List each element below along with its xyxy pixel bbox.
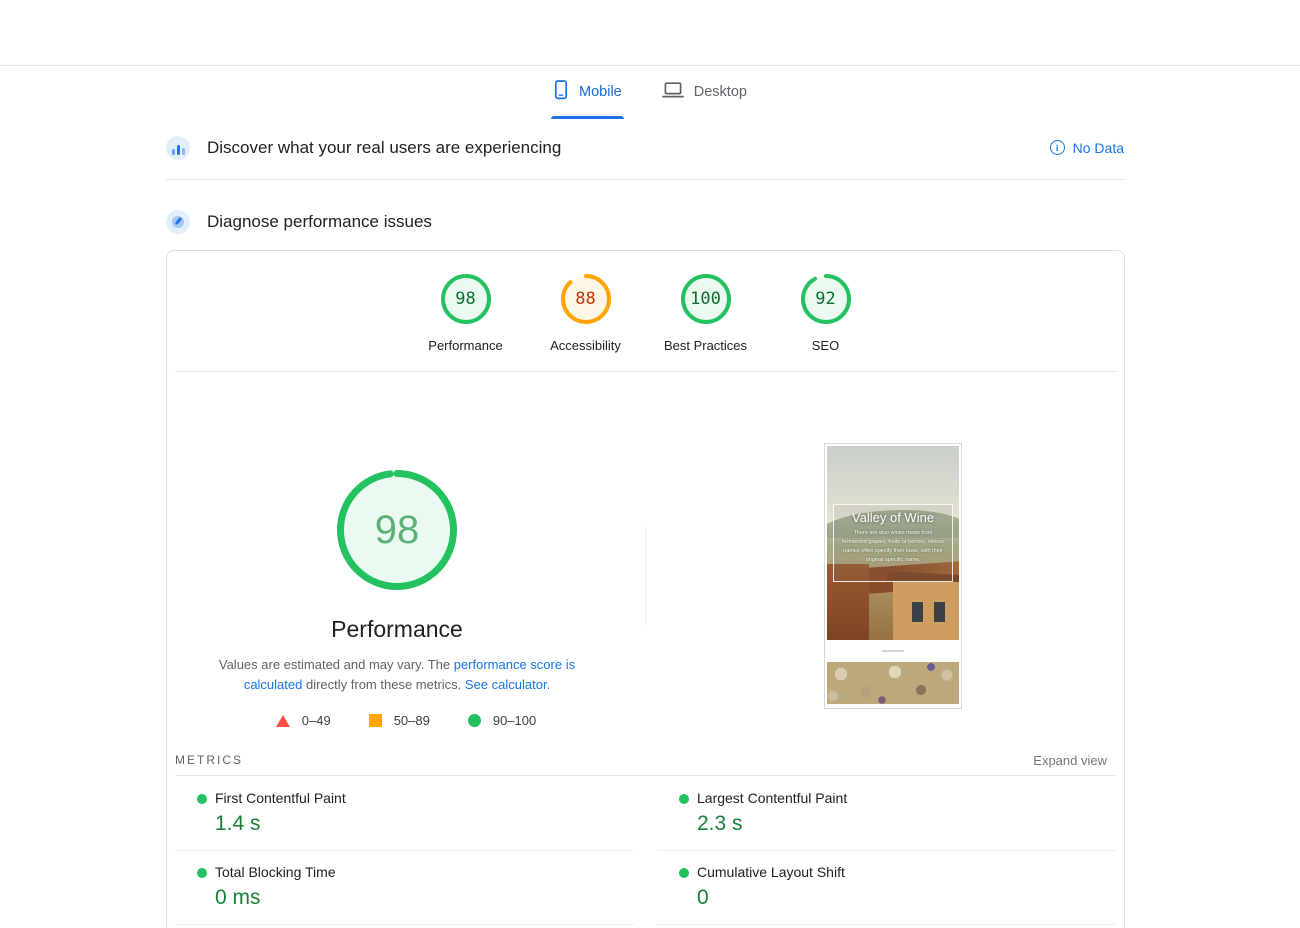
metrics-header: METRICS Expand view bbox=[175, 745, 1116, 776]
metrics-column-right: Largest Contentful Paint 2.3 s Cumulativ… bbox=[657, 777, 1116, 925]
site-title: Valley of Wine bbox=[851, 510, 935, 525]
legend-pass-range: 90–100 bbox=[492, 713, 537, 728]
disclaimer-text-1: Values are estimated and may vary. The bbox=[218, 657, 454, 672]
speedometer-icon bbox=[166, 210, 190, 234]
screenshot-section-divider bbox=[827, 640, 959, 662]
metric-fcp: First Contentful Paint 1.4 s bbox=[175, 777, 634, 851]
legend-pass: 90–100 bbox=[467, 713, 537, 728]
legend-average: 50–89 bbox=[368, 713, 430, 728]
metric-lcp-value: 2.3 s bbox=[697, 812, 743, 835]
no-data-label: No Data bbox=[1072, 139, 1124, 156]
metrics-column-left: First Contentful Paint 1.4 s Total Block… bbox=[175, 777, 634, 925]
laptop-icon bbox=[661, 81, 684, 103]
average-square-icon bbox=[368, 714, 382, 727]
phone-icon bbox=[553, 80, 569, 104]
pass-circle-icon bbox=[467, 714, 481, 727]
field-data-section: Discover what your real users are experi… bbox=[166, 116, 1125, 180]
lab-data-section: Diagnose performance issues bbox=[166, 194, 1125, 250]
pass-dot-icon bbox=[197, 868, 207, 878]
metric-lcp: Largest Contentful Paint 2.3 s bbox=[657, 777, 1116, 851]
main-performance-gauge: 98 bbox=[336, 469, 458, 591]
legend-fail: 0–49 bbox=[275, 713, 331, 728]
pass-dot-icon bbox=[197, 794, 207, 804]
category-gauges: 98 Performance 88 Accessibility 100 Best… bbox=[167, 273, 1124, 353]
best-practices-ring: 100 bbox=[680, 273, 732, 325]
accessibility-score: 88 bbox=[575, 289, 596, 309]
see-calculator-link[interactable]: See calculator. bbox=[465, 677, 550, 692]
tab-mobile-label: Mobile bbox=[579, 84, 622, 100]
tab-desktop[interactable]: Desktop bbox=[660, 66, 749, 119]
metrics-heading: METRICS bbox=[175, 753, 243, 767]
legend-fail-range: 0–49 bbox=[301, 713, 331, 728]
gauge-best-practices[interactable]: 100 Best Practices bbox=[646, 273, 766, 353]
corks-photo-art bbox=[827, 662, 959, 704]
metric-cls: Cumulative Layout Shift 0 bbox=[657, 851, 1116, 925]
metric-lcp-name: Largest Contentful Paint bbox=[697, 790, 848, 806]
fail-triangle-icon bbox=[275, 714, 290, 727]
disclaimer-text-2: directly from these metrics. bbox=[302, 677, 465, 692]
score-legend: 0–49 50–89 90–100 bbox=[167, 713, 645, 728]
metric-fcp-name: First Contentful Paint bbox=[215, 790, 346, 806]
performance-score: 98 bbox=[455, 289, 476, 309]
screenshot-landscape-art: Valley of Wine There are also wines made… bbox=[827, 446, 959, 640]
seo-score: 92 bbox=[815, 289, 836, 309]
pass-dot-icon bbox=[679, 794, 689, 804]
site-hero-overlay: Valley of Wine There are also wines made… bbox=[833, 504, 953, 582]
accessibility-label: Accessibility bbox=[550, 338, 621, 353]
lighthouse-report-card: 98 Performance 88 Accessibility 100 Best… bbox=[166, 250, 1125, 928]
building-right-art bbox=[893, 582, 959, 640]
legend-average-range: 50–89 bbox=[393, 713, 430, 728]
field-data-title: Discover what your real users are experi… bbox=[207, 137, 562, 157]
metrics-grid: First Contentful Paint 1.4 s Total Block… bbox=[175, 777, 1116, 925]
performance-label: Performance bbox=[428, 338, 503, 353]
seo-label: SEO bbox=[811, 338, 840, 353]
page-screenshot-thumbnail[interactable]: Valley of Wine There are also wines made… bbox=[824, 443, 962, 709]
tab-desktop-label: Desktop bbox=[693, 84, 747, 100]
gauge-screenshot-divider bbox=[645, 527, 646, 626]
pagespeed-report: Mobile Desktop Discover what your real u… bbox=[0, 0, 1300, 928]
metric-tbt-value: 0 ms bbox=[215, 886, 261, 909]
tab-mobile[interactable]: Mobile bbox=[551, 66, 624, 119]
platform-tabs: Mobile Desktop bbox=[0, 66, 1300, 119]
metric-tbt-name: Total Blocking Time bbox=[215, 864, 336, 880]
score-disclaimer: Values are estimated and may vary. The p… bbox=[217, 655, 577, 695]
site-text: There are also wines made from fermented… bbox=[842, 530, 944, 563]
metric-tbt: Total Blocking Time 0 ms bbox=[175, 851, 634, 925]
card-divider bbox=[175, 371, 1116, 372]
bar-chart-icon bbox=[166, 135, 190, 160]
gauge-performance[interactable]: 98 Performance bbox=[406, 273, 526, 353]
expand-view-button[interactable]: Expand view bbox=[1033, 753, 1116, 768]
gauge-accessibility[interactable]: 88 Accessibility bbox=[526, 273, 646, 353]
info-icon: i bbox=[1049, 140, 1065, 155]
best-practices-label: Best Practices bbox=[663, 338, 748, 353]
best-practices-score: 100 bbox=[690, 289, 721, 309]
accessibility-ring: 88 bbox=[560, 273, 612, 325]
gauge-seo[interactable]: 92 SEO bbox=[766, 273, 886, 353]
metric-cls-name: Cumulative Layout Shift bbox=[697, 864, 845, 880]
lab-data-title: Diagnose performance issues bbox=[207, 212, 432, 231]
pass-dot-icon bbox=[679, 868, 689, 878]
no-data-link[interactable]: i No Data bbox=[1049, 139, 1124, 156]
performance-heading: Performance bbox=[331, 616, 463, 642]
metric-cls-value: 0 bbox=[697, 886, 709, 909]
main-performance-score: 98 bbox=[374, 507, 420, 552]
performance-ring: 98 bbox=[440, 273, 492, 325]
metric-fcp-value: 1.4 s bbox=[215, 812, 261, 835]
seo-ring: 92 bbox=[800, 273, 852, 325]
